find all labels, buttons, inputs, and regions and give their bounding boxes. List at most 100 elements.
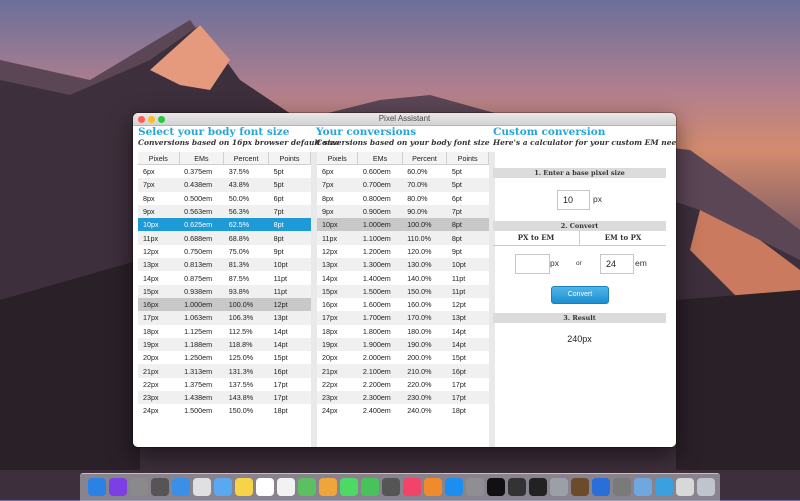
px-input[interactable] [515, 254, 550, 274]
table-row[interactable]: 18px 1.125em 112.5% 14pt [138, 325, 311, 338]
table-row[interactable]: 8px 0.500em 50.0% 6pt [138, 192, 311, 205]
table-cell: 1.125em [184, 326, 213, 336]
table-row[interactable]: 16px 1.600em 160.0% 12pt [317, 298, 489, 311]
table-row[interactable]: 23px 1.438em 143.8% 17pt [138, 391, 311, 405]
table-row[interactable]: 12px 0.750em 75.0% 9pt [138, 245, 311, 258]
messages-icon[interactable] [340, 478, 358, 496]
script-editor-icon[interactable] [613, 478, 631, 496]
notes-icon[interactable] [235, 478, 253, 496]
trash-icon[interactable] [697, 478, 715, 496]
table-row[interactable]: 22px 2.200em 220.0% 17pt [317, 378, 489, 391]
table-cell: 143.8% [223, 391, 269, 405]
column-header[interactable]: Percent [223, 152, 270, 165]
mail-icon[interactable] [214, 478, 232, 496]
table-row[interactable]: 21px 2.100em 210.0% 16pt [317, 364, 489, 378]
table-cell: 5pt [268, 178, 311, 192]
table-cell: 1.800em [362, 326, 391, 336]
table-row[interactable]: 13px 0.813em 81.3% 10pt [138, 258, 311, 272]
table-row[interactable]: 13px 1.300em 130.0% 10pt [317, 258, 489, 272]
terminal-icon[interactable] [487, 478, 505, 496]
column-header[interactable]: Points [446, 152, 489, 165]
disk-utility-icon[interactable] [550, 478, 568, 496]
table-cell: 1.375em [184, 379, 213, 389]
table-row[interactable]: 11px 0.688em 68.8% 8pt [138, 231, 311, 245]
table-cell: 7pt [268, 204, 311, 219]
preview-icon[interactable] [634, 478, 652, 496]
column-header[interactable]: Pixels [138, 152, 180, 165]
launchpad-icon[interactable] [130, 478, 148, 496]
maps-icon[interactable] [298, 478, 316, 496]
table-row[interactable]: 21px 1.313em 131.3% 16pt [138, 364, 311, 378]
table-cell: 21px [317, 364, 358, 378]
table-row[interactable]: 15px 0.938em 93.8% 11pt [138, 284, 311, 298]
console-icon[interactable] [508, 478, 526, 496]
table-row[interactable]: 6px 0.375em 37.5% 5pt [138, 165, 311, 179]
table-cell: 1.000em [179, 297, 224, 312]
table-row[interactable]: 14px 1.400em 140.0% 11pt [317, 271, 489, 284]
activity-monitor-icon[interactable] [529, 478, 547, 496]
table-row[interactable]: 22px 1.375em 137.5% 17pt [138, 378, 311, 391]
table-row[interactable]: 17px 1.063em 106.3% 13pt [138, 311, 311, 325]
table-row[interactable]: 19px 1.900em 190.0% 14pt [317, 337, 489, 352]
zoom-window-button[interactable] [158, 116, 165, 123]
table-cell: 125.0% [228, 353, 254, 363]
table-row[interactable]: 19px 1.188em 118.8% 14pt [138, 337, 311, 352]
photo-booth-icon[interactable] [382, 478, 400, 496]
mission-control-icon[interactable] [151, 478, 169, 496]
table-cell: 90.0% [402, 204, 447, 219]
table-row[interactable]: 20px 1.250em 125.0% 15pt [138, 351, 311, 364]
table-row[interactable]: 24px 2.400em 240.0% 18pt [317, 404, 489, 417]
facetime-icon[interactable] [361, 478, 379, 496]
base-pixel-input[interactable]: 10 [557, 190, 590, 210]
app-store-icon[interactable] [445, 478, 463, 496]
table-row[interactable]: 23px 2.300em 230.0% 17pt [317, 391, 489, 405]
column-header[interactable]: Percent [402, 152, 448, 165]
body-font-table: Pixels EMs Percent Points 6px 0.375em 37.5… [138, 152, 311, 418]
safari-icon[interactable] [172, 478, 190, 496]
table-row[interactable]: 9px 0.563em 56.3% 7pt [138, 204, 311, 219]
xcode-icon[interactable] [592, 478, 610, 496]
table-cell: 17pt [268, 391, 311, 405]
table-row[interactable]: 6px 0.600em 60.0% 5pt [317, 165, 489, 179]
finder-icon[interactable] [88, 478, 106, 496]
minimize-window-button[interactable] [148, 116, 155, 123]
siri-icon[interactable] [109, 478, 127, 496]
music-icon[interactable] [403, 478, 421, 496]
title-bar[interactable]: Pixel Assistant [133, 113, 676, 126]
system-preferences-icon[interactable] [466, 478, 484, 496]
photos-icon[interactable] [319, 478, 337, 496]
table-row[interactable]: 12px 1.200em 120.0% 9pt [317, 245, 489, 258]
table-row[interactable]: 15px 1.500em 150.0% 11pt [317, 284, 489, 298]
table-row[interactable]: 9px 0.900em 90.0% 7pt [317, 204, 489, 219]
close-window-button[interactable] [138, 116, 145, 123]
table-row[interactable]: 11px 1.100em 110.0% 8pt [317, 231, 489, 245]
table-row[interactable]: 10px 0.625em 62.5% 8pt [138, 218, 311, 232]
column-header[interactable]: EMs [357, 152, 403, 165]
documents-icon[interactable] [676, 478, 694, 496]
convert-button[interactable]: Convert [551, 286, 609, 304]
table-row[interactable]: 18px 1.800em 180.0% 14pt [317, 325, 489, 338]
column-header[interactable]: Points [268, 152, 311, 165]
table-row[interactable]: 8px 0.800em 80.0% 6pt [317, 192, 489, 205]
window-title: Pixel Assistant [378, 114, 431, 123]
em-input[interactable]: 24 [600, 254, 634, 274]
reminders-icon[interactable] [277, 478, 295, 496]
table-row[interactable]: 14px 0.875em 87.5% 11pt [138, 271, 311, 284]
table-cell: 17pt [446, 391, 489, 405]
table-row[interactable]: 16px 1.000em 100.0% 12pt [138, 297, 311, 312]
table-row[interactable]: 7px 0.438em 43.8% 5pt [138, 178, 311, 192]
table-row[interactable]: 10px 1.000em 100.0% 8pt [317, 218, 489, 232]
body-font-subtitle: Conversions based on 16px browser defaul… [138, 138, 340, 147]
calendar-icon[interactable] [256, 478, 274, 496]
table-row[interactable]: 24px 1.500em 150.0% 18pt [138, 404, 311, 417]
column-header[interactable]: Pixels [317, 152, 359, 165]
column-header[interactable]: EMs [179, 152, 225, 165]
table-row[interactable]: 20px 2.000em 200.0% 15pt [317, 351, 489, 364]
table-cell: 21px [138, 364, 180, 378]
photos-editor-icon[interactable] [193, 478, 211, 496]
table-row[interactable]: 7px 0.700em 70.0% 5pt [317, 178, 489, 192]
books-icon[interactable] [424, 478, 442, 496]
chess-icon[interactable] [571, 478, 589, 496]
table-row[interactable]: 17px 1.700em 170.0% 13pt [317, 311, 489, 325]
pixel-assistant-icon[interactable] [655, 478, 673, 496]
